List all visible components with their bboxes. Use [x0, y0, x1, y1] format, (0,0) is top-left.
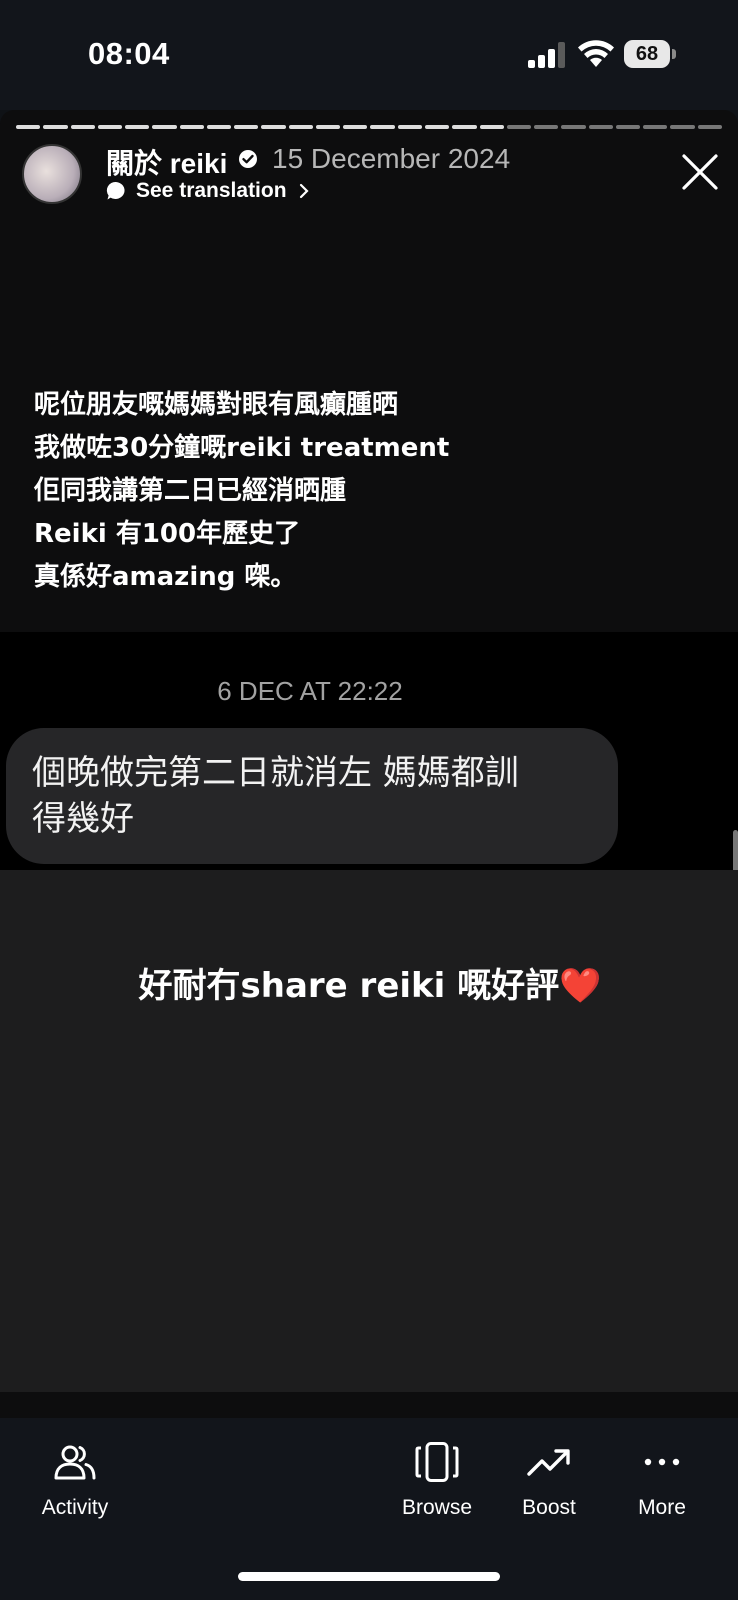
- story-progress-segment: [479, 125, 504, 129]
- browse-button[interactable]: Browse: [382, 1442, 492, 1520]
- story-progress-segment: [343, 125, 368, 129]
- story-progress-segment: [70, 125, 95, 129]
- story-progress-segment: [206, 125, 232, 129]
- cellular-signal-icon: [528, 42, 565, 68]
- activity-button[interactable]: Activity: [20, 1442, 130, 1520]
- wifi-icon: [578, 40, 614, 67]
- story-viewer[interactable]: 關於 reiki 15 December 2024 See translatio…: [0, 110, 738, 1418]
- story-progress-bar: [16, 125, 722, 129]
- story-progress-segment: [670, 125, 695, 129]
- activity-label: Activity: [41, 1496, 109, 1519]
- more-label: More: [638, 1496, 686, 1519]
- chat-message-bubble: 個晚做完第二日就消左 媽媽都訓 得幾好: [6, 728, 618, 864]
- more-button[interactable]: More: [607, 1442, 717, 1520]
- story-progress-segment: [534, 125, 559, 129]
- cards-icon: [415, 1442, 459, 1482]
- story-progress-segment: [561, 125, 586, 129]
- story-caption: 呢位朋友嘅媽媽對眼有風癲腫晒 我做咗30分鐘嘅reiki treatment 佢…: [34, 384, 449, 599]
- caption-line: 呢位朋友嘅媽媽對眼有風癲腫晒: [34, 390, 399, 420]
- story-progress-segment: [179, 125, 204, 129]
- caption-line: 我做咗30分鐘嘅reiki treatment: [34, 433, 450, 463]
- story-progress-segment: [506, 125, 532, 129]
- story-progress-segment: [615, 125, 641, 129]
- story-progress-segment: [452, 125, 477, 129]
- chat-message-line: 個晚做完第二日就消左 媽媽都訓: [32, 753, 519, 793]
- status-bar: 08:04 68: [0, 0, 738, 110]
- chat-message-line: 得幾好: [32, 799, 134, 839]
- boost-button[interactable]: Boost: [494, 1442, 604, 1520]
- story-progress-segment: [370, 125, 395, 129]
- story-progress-segment: [397, 125, 422, 129]
- chat-screenshot: 6 DEC AT 22:22 個晚做完第二日就消左 媽媽都訓 得幾好: [0, 632, 738, 938]
- story-date: 15 December 2024: [272, 143, 511, 174]
- caption-line: Reiki 有100年歷史了: [34, 519, 301, 549]
- trending-up-icon: [527, 1449, 570, 1476]
- see-translation-link[interactable]: See translation: [106, 176, 311, 206]
- story-progress-segment: [643, 125, 668, 129]
- browse-label: Browse: [401, 1496, 473, 1519]
- sticker-text-content: 好耐冇share reiki 嘅好評: [138, 966, 560, 1006]
- caption-line: 佢同我講第二日已經消晒腫: [34, 476, 347, 506]
- story-progress-segment: [424, 125, 450, 129]
- sticker-text: 好耐冇share reiki 嘅好評❤️: [0, 958, 738, 1007]
- battery-level: 68: [624, 40, 670, 68]
- battery-icon: 68: [624, 40, 676, 68]
- story-progress-segment: [234, 125, 259, 129]
- chevron-right-icon: [299, 183, 309, 199]
- speech-bubble-icon: [106, 181, 125, 200]
- more-dots-icon: [644, 1458, 680, 1466]
- story-progress-segment: [261, 125, 286, 129]
- text-sticker: 好耐冇share reiki 嘅好評❤️: [0, 870, 738, 1392]
- status-time: 08:04: [88, 36, 170, 71]
- story-progress-segment: [697, 125, 722, 129]
- story-progress-segment: [125, 125, 150, 129]
- close-icon[interactable]: [680, 152, 720, 192]
- story-progress-segment: [16, 125, 41, 129]
- avatar[interactable]: [22, 144, 82, 204]
- story-progress-segment: [588, 125, 613, 129]
- story-progress-segment: [152, 125, 177, 129]
- caption-line: 真係好amazing 㗎。: [34, 562, 297, 592]
- story-progress-segment: [315, 125, 341, 129]
- chat-timestamp: 6 DEC AT 22:22: [217, 676, 403, 706]
- home-indicator[interactable]: [238, 1572, 500, 1581]
- story-progress-segment: [97, 125, 123, 129]
- story-progress-segment: [288, 125, 313, 129]
- boost-label: Boost: [522, 1496, 576, 1519]
- heart-emoji: ❤️: [559, 966, 602, 1006]
- see-translation-label: See translation: [136, 179, 287, 202]
- people-icon: [54, 1445, 96, 1480]
- verified-badge-icon: [239, 150, 257, 168]
- story-progress-segment: [43, 125, 68, 129]
